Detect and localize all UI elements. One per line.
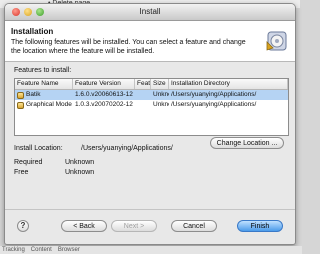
column-header-feature-version[interactable]: Feature Version (73, 79, 135, 89)
cancel-button[interactable]: Cancel (171, 220, 217, 232)
page-title: Installation (11, 27, 54, 36)
column-header-installation-directory[interactable]: Installation Directory (169, 79, 288, 89)
feature-version: 1.6.0.v20060613-12 (75, 91, 133, 98)
features-table: Feature Name Feature Version Feat... Siz… (14, 78, 289, 136)
window-title: Install (139, 7, 161, 16)
required-value: Unknown (65, 159, 95, 166)
wizard-header: Installation The following features will… (5, 21, 295, 62)
feature-directory: /Users/yuanying/Applications/ (171, 91, 257, 98)
table-row[interactable]: Batik 1.6.0.v20060613-12 Unknown /Users/… (15, 90, 288, 100)
install-wizard-icon (266, 31, 287, 51)
required-label: Required (14, 159, 43, 166)
feature-version: 1.0.3.v20070202-12 (75, 101, 133, 108)
background-tab: Content (30, 247, 52, 253)
feature-plugin-icon (17, 101, 24, 109)
table-header: Feature Name Feature Version Feat... Siz… (15, 79, 288, 90)
column-header-feature-name[interactable]: Feature Name (15, 79, 73, 89)
button-bar-divider (5, 209, 295, 210)
help-button[interactable]: ? (17, 220, 29, 232)
free-value: Unknown (65, 169, 95, 176)
page-description: The following features will be installed… (11, 39, 246, 55)
feature-name: Batik (26, 91, 41, 98)
feature-name-cell: Graphical Mode (15, 100, 73, 110)
finish-button[interactable]: Finish (237, 220, 283, 232)
background-tab: Browser (57, 247, 80, 253)
feature-plugin-icon (17, 91, 24, 99)
feature-name: Graphical Mode (26, 101, 72, 108)
column-header-size[interactable]: Size (151, 79, 169, 89)
free-label: Free (14, 169, 29, 176)
back-button[interactable]: < Back (61, 220, 107, 232)
change-location-button[interactable]: Change Location ... (210, 137, 284, 149)
install-dialog: Install Installation The following featu… (4, 3, 296, 245)
feature-size: Unknown (153, 101, 169, 108)
title-bar: Install (5, 4, 295, 21)
install-location-label: Install Location: (14, 145, 63, 152)
table-row[interactable]: Graphical Mode 1.0.3.v20070202-12 Unknow… (15, 100, 288, 110)
background-tab: Tracking (2, 247, 25, 253)
feature-name-cell: Batik (15, 90, 73, 100)
next-button[interactable]: Next > (111, 220, 157, 232)
column-header-feat[interactable]: Feat... (135, 79, 151, 89)
feature-directory: /Users/yuanying/Applications/ (171, 101, 257, 108)
install-location-path: /Users/yuanying/Applications/ (81, 145, 173, 152)
background-tab-strip: Tracking Content Browser (0, 246, 302, 254)
feature-size: Unknown (153, 91, 169, 98)
features-label: Features to install: (14, 67, 72, 74)
